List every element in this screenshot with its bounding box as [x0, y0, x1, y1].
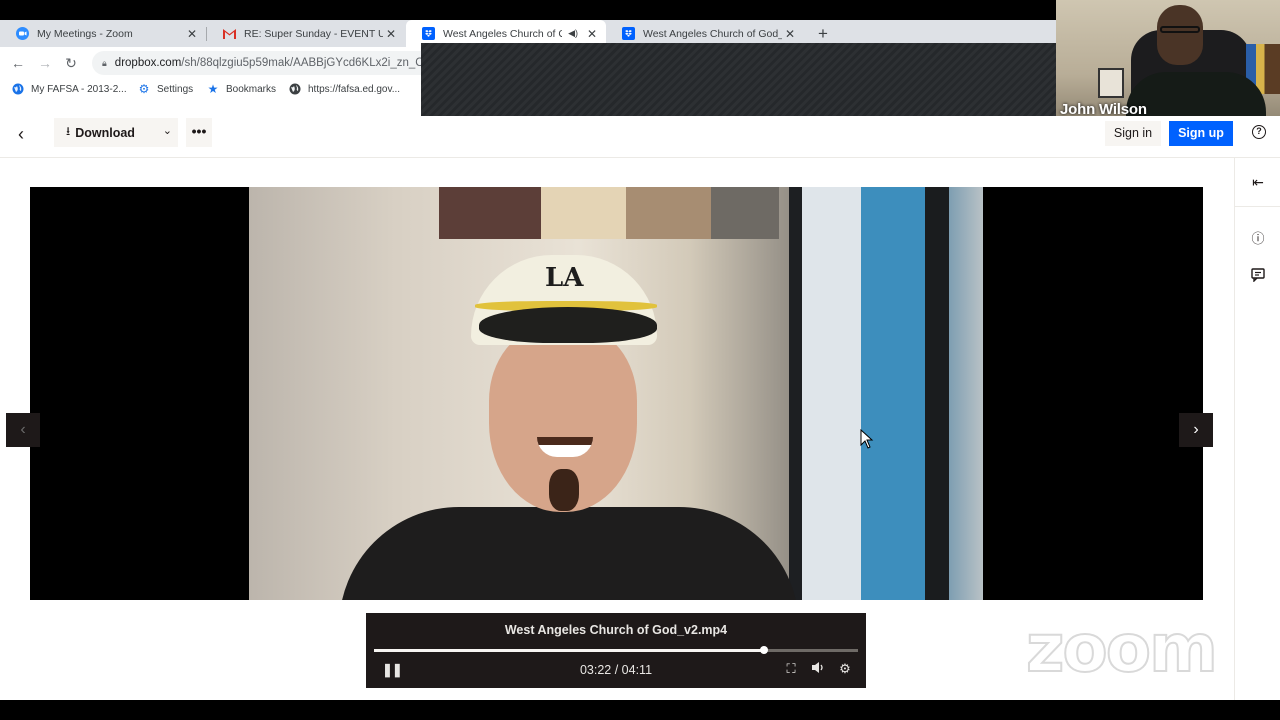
participant-video[interactable]: John Wilson [1056, 0, 1280, 125]
sign-up-button[interactable]: Sign up [1169, 121, 1233, 146]
dropbox-icon [622, 27, 635, 40]
fullscreen-icon[interactable]: ⛶ [783, 661, 799, 677]
back-icon[interactable]: ← [10, 55, 26, 71]
bookmark-settings[interactable]: ⚙ Settings [138, 82, 194, 96]
video-filename: West Angeles Church of God_v2.mp4 [504, 623, 728, 637]
audio-playing-icon[interactable]: ◀) [568, 28, 578, 39]
seek-progress [374, 649, 764, 652]
cap-logo: LA [545, 263, 584, 293]
forward-icon[interactable]: → [37, 55, 53, 71]
bookmark-fafsa[interactable]: My FAFSA - 2013-2... [12, 83, 127, 95]
video-player[interactable]: LA [30, 187, 1203, 600]
screen-share-overlay [421, 43, 1056, 116]
dropbox-icon [422, 27, 435, 40]
download-button[interactable]: ⭳ Download ⌄ [54, 118, 178, 147]
settings-gear-icon[interactable]: ⚙ [837, 661, 853, 677]
close-tab-icon[interactable]: ✕ [184, 27, 200, 41]
more-options-button[interactable]: ••• [186, 118, 212, 147]
volume-icon[interactable] [810, 661, 826, 677]
collapse-panel-icon[interactable]: ⇤ [1250, 174, 1266, 190]
video-frame: LA [249, 187, 983, 600]
download-icon: ⭳ [66, 124, 71, 138]
side-panel: ⇤ ⓘ [1234, 158, 1280, 700]
video-controls: West Angeles Church of God_v2.mp4 ❚❚ 03:… [366, 613, 866, 688]
info-icon[interactable]: ⓘ [1250, 228, 1266, 246]
seek-handle[interactable] [759, 646, 768, 654]
participant-head [1157, 5, 1203, 65]
globe-icon [12, 83, 24, 95]
screen: My Meetings - Zoom ✕ RE: Super Sunday - … [0, 0, 1280, 720]
glasses [1160, 26, 1200, 33]
tab-gmail[interactable]: RE: Super Sunday - EVENT UPDA ✕ [207, 20, 405, 47]
dropbox-header: ‹ ⭳ Download ⌄ ••• Sign in Sign up ? [0, 116, 1280, 158]
goatee [549, 469, 579, 511]
background-monitor [789, 187, 949, 600]
comment-icon[interactable] [1250, 268, 1266, 284]
zoom-watermark: zoom [1025, 610, 1219, 687]
cap-brim [479, 307, 657, 343]
bookmark-bookmarks[interactable]: ★ Bookmarks [207, 82, 276, 96]
help-icon[interactable]: ? [1252, 125, 1266, 139]
sign-in-button[interactable]: Sign in [1105, 121, 1161, 146]
bottom-letterbox [0, 700, 1280, 720]
close-tab-icon[interactable]: ✕ [782, 27, 798, 41]
bookmarks-bar: My FAFSA - 2013-2... ⚙ Settings ★ Bookma… [0, 79, 421, 102]
gear-icon: ⚙ [138, 82, 150, 96]
wall-frame [1098, 68, 1124, 98]
seek-bar[interactable] [374, 646, 858, 654]
bookmark-fafsa-gov[interactable]: https://fafsa.ed.gov... [289, 83, 400, 95]
gallery-thumbnails [439, 187, 779, 239]
close-tab-icon[interactable]: ✕ [584, 27, 600, 41]
lock-icon: 🔒︎ [102, 57, 107, 68]
previous-file-button[interactable]: ‹ [6, 413, 40, 447]
chevron-down-icon[interactable]: ⌄ [163, 124, 172, 137]
address-bar[interactable]: 🔒︎ dropbox.com/sh/88qlzgiu5p59mak/AABBjG… [92, 51, 421, 75]
person-shirt [339, 507, 799, 600]
globe-icon [289, 83, 301, 95]
next-file-button[interactable]: › [1179, 413, 1213, 447]
close-tab-icon[interactable]: ✕ [383, 27, 399, 41]
star-icon: ★ [207, 82, 219, 96]
gmail-icon [223, 27, 236, 40]
reload-icon[interactable]: ↻ [63, 55, 79, 72]
divider [1235, 206, 1280, 207]
browser-toolbar: ← → ↻ 🔒︎ dropbox.com/sh/88qlzgiu5p59mak/… [0, 47, 421, 79]
tab-zoom-meetings[interactable]: My Meetings - Zoom ✕ [0, 20, 206, 47]
back-chevron-icon[interactable]: ‹ [18, 124, 24, 145]
zoom-icon [16, 27, 29, 40]
